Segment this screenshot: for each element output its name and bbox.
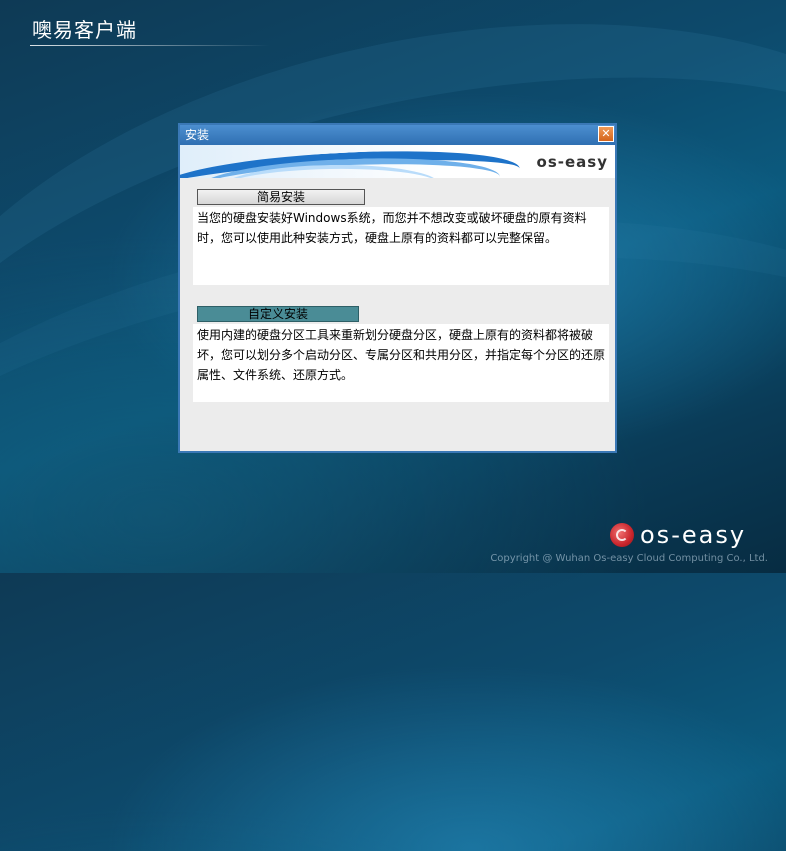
title-underline — [30, 45, 270, 46]
custom-install-description: 使用内建的硬盘分区工具来重新划分硬盘分区，硬盘上原有的资料都将被破坏，您可以划分… — [193, 324, 609, 402]
banner-logo: os-easy — [536, 153, 608, 171]
app-title: 噢易客户端 — [32, 18, 137, 42]
custom-install-button[interactable]: 自定义安装 — [197, 306, 359, 322]
install-dialog: 安装 ✕ os-easy 简易安装 当您的硬盘安装好Windows系统，而您并不… — [178, 123, 617, 453]
corner-logo-text: os-easy — [640, 521, 747, 549]
corner-logo: os-easy — [610, 520, 746, 550]
os-easy-logo-icon — [610, 523, 634, 547]
custom-install-section: 自定义安装 使用内建的硬盘分区工具来重新划分硬盘分区，硬盘上原有的资料都将被破坏… — [193, 306, 609, 406]
dialog-title: 安装 — [185, 128, 210, 142]
simple-install-description: 当您的硬盘安装好Windows系统，而您并不想改变或破坏硬盘的原有资料时，您可以… — [193, 207, 609, 285]
close-icon[interactable]: ✕ — [598, 126, 614, 142]
dialog-titlebar: 安装 ✕ — [180, 125, 615, 145]
simple-install-section: 简易安装 当您的硬盘安装好Windows系统，而您并不想改变或破坏硬盘的原有资料… — [193, 188, 609, 288]
simple-install-button[interactable]: 简易安装 — [197, 189, 365, 205]
copyright-text: Copyright @ Wuhan Os-easy Cloud Computin… — [490, 553, 768, 564]
dialog-banner: os-easy — [180, 145, 615, 178]
